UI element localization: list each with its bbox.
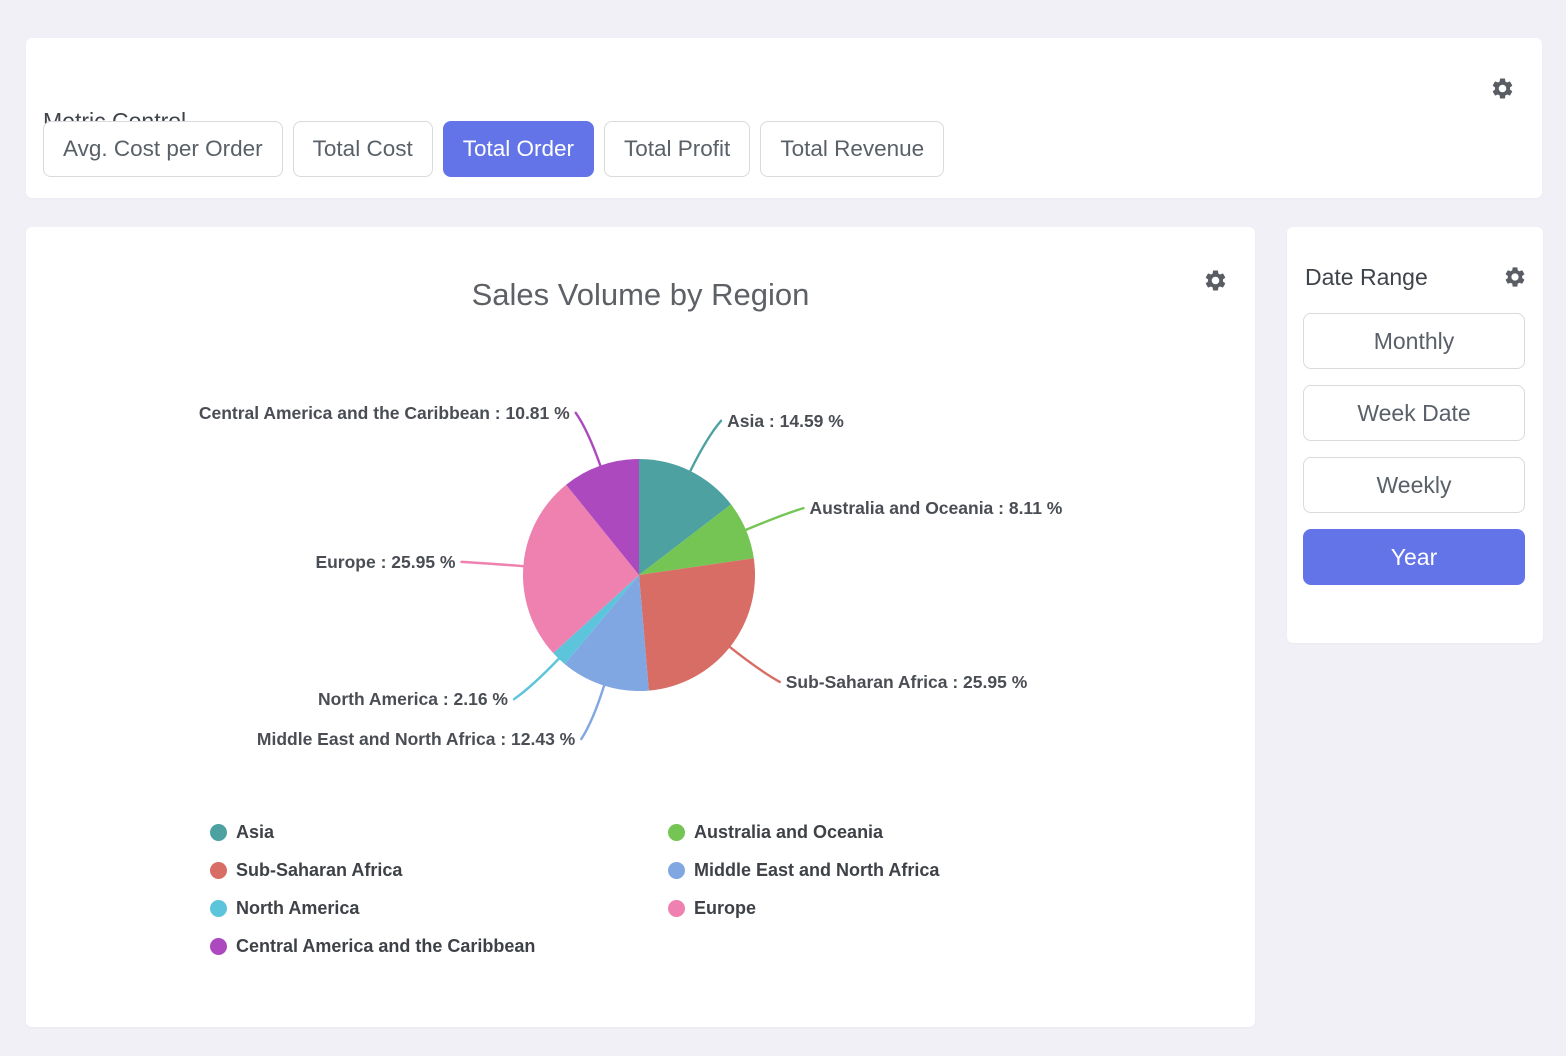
legend-label: Europe — [694, 898, 756, 919]
pie-label-north-america: North America : 2.16 % — [318, 689, 508, 709]
legend-label: Sub-Saharan Africa — [236, 860, 402, 881]
date-range-button-monthly[interactable]: Monthly — [1303, 313, 1525, 369]
legend-item-europe[interactable]: Europe — [668, 889, 939, 927]
metric-button-total-order[interactable]: Total Order — [443, 121, 594, 177]
legend-item-asia[interactable]: Asia — [210, 813, 668, 851]
metric-button-total-profit[interactable]: Total Profit — [604, 121, 750, 177]
legend-label: Asia — [236, 822, 274, 843]
pie-label-middle-east-and-north-africa: Middle East and North Africa : 12.43 % — [257, 729, 576, 749]
date-range-panel: Date Range Monthly Week Date Weekly Year — [1287, 227, 1543, 643]
settings-gear-icon[interactable] — [1503, 265, 1527, 289]
metric-control-panel: Metric Control Avg. Cost per Order Total… — [26, 38, 1542, 198]
legend-dot-icon — [668, 862, 685, 879]
pie-label-line-australia-and-oceania — [746, 508, 804, 530]
pie-label-asia: Asia : 14.59 % — [727, 411, 844, 431]
pie-label-sub-saharan-africa: Sub-Saharan Africa : 25.95 % — [786, 672, 1028, 692]
sales-volume-chart-panel: Sales Volume by Region Asia : 14.59 %Aus… — [26, 227, 1255, 1027]
legend-item-central-america-and-the-caribbean[interactable]: Central America and the Caribbean — [210, 927, 668, 965]
legend-dot-icon — [210, 938, 227, 955]
metric-button-group: Avg. Cost per Order Total Cost Total Ord… — [43, 121, 944, 177]
legend-item-sub-saharan-africa[interactable]: Sub-Saharan Africa — [210, 851, 668, 889]
legend-dot-icon — [210, 824, 227, 841]
metric-button-total-revenue[interactable]: Total Revenue — [760, 121, 944, 177]
legend-label: North America — [236, 898, 359, 919]
metric-button-avg-cost-per-order[interactable]: Avg. Cost per Order — [43, 121, 283, 177]
legend-item-australia-and-oceania[interactable]: Australia and Oceania — [668, 813, 939, 851]
pie-label-line-central-america-and-the-caribbean — [576, 413, 601, 466]
metric-button-total-cost[interactable]: Total Cost — [293, 121, 433, 177]
pie-slice-sub-saharan-africa[interactable] — [639, 558, 755, 690]
legend-item-north-america[interactable]: North America — [210, 889, 668, 927]
pie-label-europe: Europe : 25.95 % — [315, 552, 455, 572]
legend-label: Middle East and North Africa — [694, 860, 939, 881]
pie-label-line-asia — [690, 421, 721, 471]
legend-label: Australia and Oceania — [694, 822, 883, 843]
date-range-button-year[interactable]: Year — [1303, 529, 1525, 585]
date-range-header: Date Range — [1305, 259, 1527, 295]
legend-dot-icon — [668, 900, 685, 917]
pie-label-central-america-and-the-caribbean: Central America and the Caribbean : 10.8… — [199, 403, 570, 423]
legend-label: Central America and the Caribbean — [236, 936, 535, 957]
legend-dot-icon — [210, 862, 227, 879]
legend-dot-icon — [210, 900, 227, 917]
pie-label-line-sub-saharan-africa — [730, 647, 780, 682]
pie-label-line-middle-east-and-north-africa — [581, 686, 604, 739]
pie-label-line-europe — [462, 562, 524, 566]
date-range-title: Date Range — [1305, 264, 1428, 291]
settings-gear-icon[interactable] — [1490, 76, 1515, 101]
chart-legend: Asia Australia and Oceania Sub-Saharan Afr… — [210, 813, 939, 965]
date-range-button-week-date[interactable]: Week Date — [1303, 385, 1525, 441]
pie-label-line-north-america — [514, 659, 559, 699]
pie-label-australia-and-oceania: Australia and Oceania : 8.11 % — [809, 498, 1062, 518]
legend-item-middle-east-and-north-africa[interactable]: Middle East and North Africa — [668, 851, 939, 889]
date-range-button-group: Monthly Week Date Weekly Year — [1303, 313, 1525, 585]
date-range-button-weekly[interactable]: Weekly — [1303, 457, 1525, 513]
legend-dot-icon — [668, 824, 685, 841]
